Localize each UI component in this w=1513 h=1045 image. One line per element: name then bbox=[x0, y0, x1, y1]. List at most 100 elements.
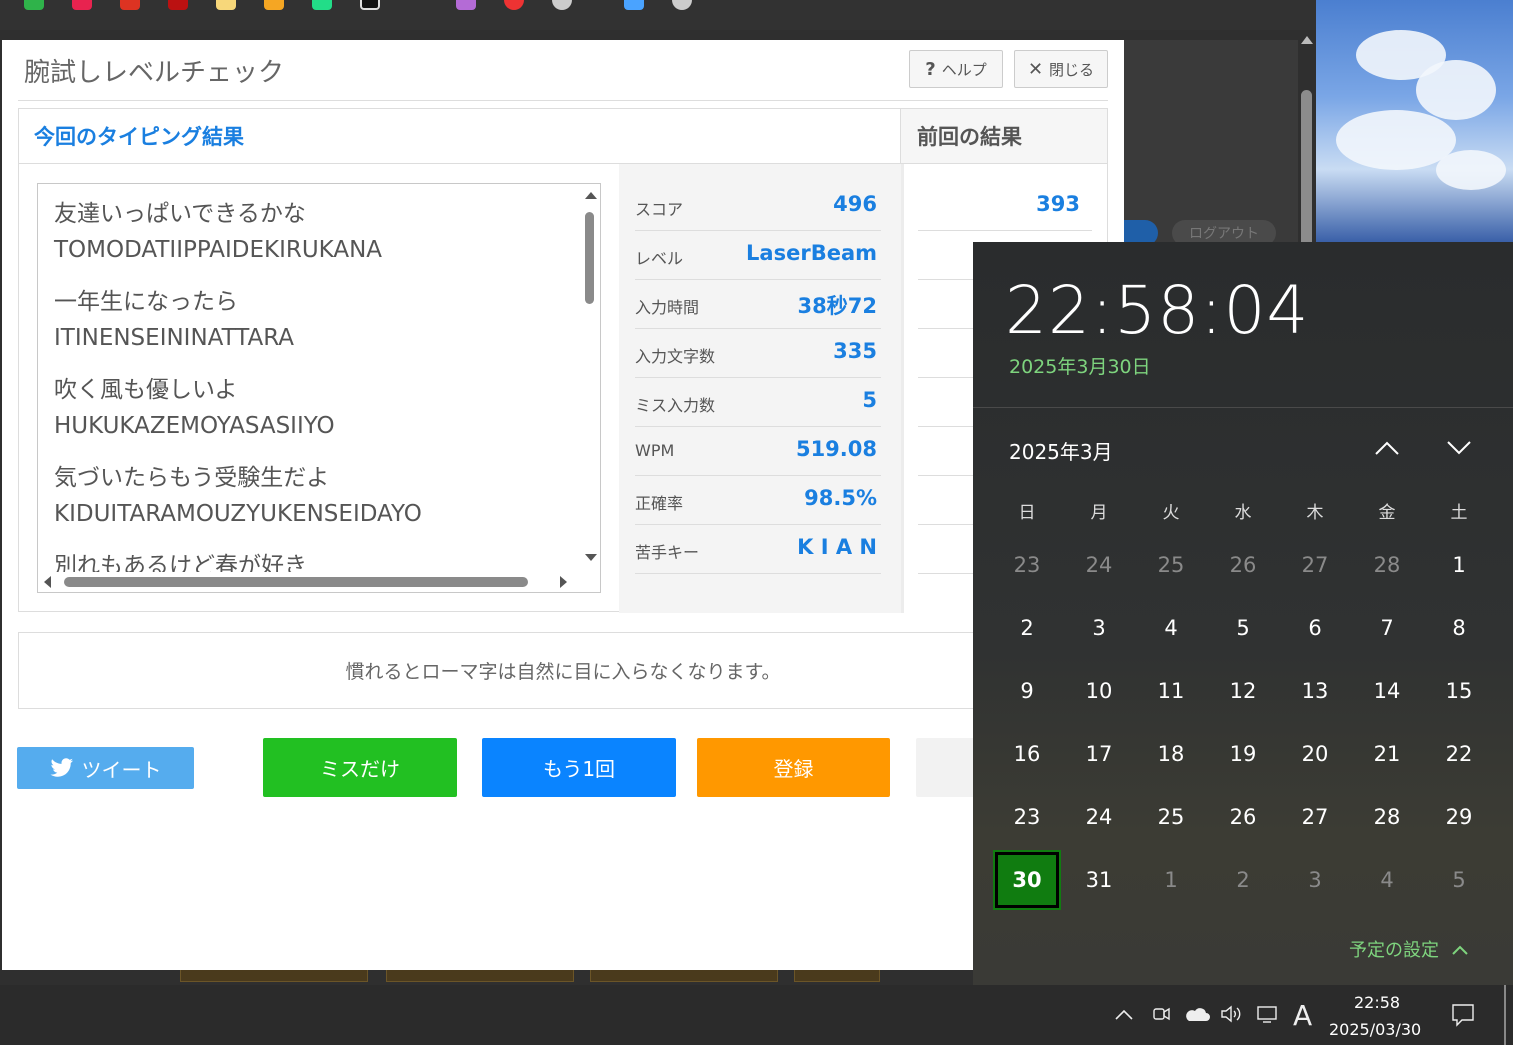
calendar-day[interactable]: 9 bbox=[995, 663, 1059, 719]
tweet-button[interactable]: ツイート bbox=[17, 747, 194, 789]
calendar-day[interactable]: 29 bbox=[1427, 789, 1491, 845]
bookmark-icon[interactable] bbox=[360, 0, 380, 10]
bookmark-icon[interactable] bbox=[72, 0, 92, 10]
calendar-month[interactable]: 2025年3月 bbox=[1009, 436, 1113, 465]
calendar-day[interactable]: 11 bbox=[1139, 663, 1203, 719]
calendar-day[interactable]: 4 bbox=[1139, 600, 1203, 656]
retry-button[interactable]: もう1回 bbox=[482, 738, 676, 797]
show-desktop-button[interactable] bbox=[1504, 985, 1506, 1045]
bookmark-icon[interactable] bbox=[312, 0, 332, 10]
scroll-right-arrow-icon[interactable] bbox=[560, 576, 567, 588]
bookmark-icon[interactable] bbox=[456, 0, 476, 10]
ime-mode-indicator[interactable]: A bbox=[1293, 999, 1312, 1032]
current-results-title: 今回のタイピング結果 bbox=[34, 125, 244, 149]
calendar-day[interactable]: 19 bbox=[1211, 726, 1275, 782]
calendar-day[interactable]: 25 bbox=[1139, 537, 1203, 593]
bookmark-icon[interactable] bbox=[168, 0, 188, 10]
calendar-day[interactable]: 3 bbox=[1067, 600, 1131, 656]
calendar-day[interactable]: 5 bbox=[1427, 852, 1491, 908]
scrollbar-thumb[interactable] bbox=[64, 577, 528, 587]
calendar-day[interactable]: 8 bbox=[1427, 600, 1491, 656]
calendar-day[interactable]: 28 bbox=[1355, 789, 1419, 845]
calendar-day[interactable]: 10 bbox=[1067, 663, 1131, 719]
taskbar-clock-date[interactable]: 2025/03/30 bbox=[1329, 1020, 1421, 1039]
calendar-day[interactable]: 1 bbox=[1427, 537, 1491, 593]
bookmark-icon[interactable] bbox=[24, 0, 44, 10]
meet-now-icon[interactable] bbox=[1150, 1003, 1172, 1025]
scroll-up-arrow-icon[interactable] bbox=[585, 192, 597, 199]
calendar-day[interactable]: 5 bbox=[1211, 600, 1275, 656]
extra-button[interactable] bbox=[916, 738, 976, 797]
dialog-title: 腕試しレベルチェック bbox=[24, 58, 285, 88]
onedrive-cloud-icon[interactable] bbox=[1182, 1005, 1210, 1023]
calendar-day[interactable]: 27 bbox=[1283, 537, 1347, 593]
calendar-day[interactable]: 2 bbox=[995, 600, 1059, 656]
typed-lyrics-box[interactable]: 友達いっぱいできるかな TOMODATIIPPAIDEKIRUKANA 一年生にな… bbox=[37, 183, 601, 593]
calendar-day[interactable]: 31 bbox=[1067, 852, 1131, 908]
calendar-day[interactable]: 7 bbox=[1355, 600, 1419, 656]
calendar-day[interactable]: 3 bbox=[1283, 852, 1347, 908]
calendar-day[interactable]: 15 bbox=[1427, 663, 1491, 719]
miss-only-button[interactable]: ミスだけ bbox=[263, 738, 457, 797]
calendar-day[interactable]: 12 bbox=[1211, 663, 1275, 719]
action-center-notification-icon[interactable] bbox=[1450, 1002, 1476, 1028]
calendar-day[interactable]: 24 bbox=[1067, 537, 1131, 593]
calendar-day[interactable]: 26 bbox=[1211, 537, 1275, 593]
calendar-day[interactable]: 21 bbox=[1355, 726, 1419, 782]
calendar-day[interactable]: 14 bbox=[1355, 663, 1419, 719]
calendar-day[interactable]: 6 bbox=[1283, 600, 1347, 656]
calendar-day[interactable]: 18 bbox=[1139, 726, 1203, 782]
title-divider bbox=[18, 100, 1108, 101]
clock-date[interactable]: 2025年3月30日 bbox=[1009, 352, 1151, 379]
level-check-dialog: 腕試しレベルチェック ? ヘルプ ✕ 閉じる 今回のタイピング結果 前回の結果 … bbox=[2, 40, 1124, 970]
calendar-day[interactable]: 13 bbox=[1283, 663, 1347, 719]
weekday-label: 月 bbox=[1090, 503, 1108, 523]
lyrics-horizontal-scrollbar[interactable] bbox=[38, 572, 582, 592]
calendar-day[interactable]: 1 bbox=[1139, 852, 1203, 908]
volume-icon[interactable] bbox=[1220, 1004, 1244, 1024]
scroll-up-arrow-icon[interactable] bbox=[1301, 36, 1313, 44]
calendar-day[interactable]: 25 bbox=[1139, 789, 1203, 845]
close-icon: ✕ bbox=[1027, 58, 1044, 80]
lyric-item: 一年生になったら ITINENSEININATTARA bbox=[54, 289, 295, 351]
calendar-day[interactable]: 4 bbox=[1355, 852, 1419, 908]
calendar-day[interactable]: 16 bbox=[995, 726, 1059, 782]
scroll-down-arrow-icon[interactable] bbox=[585, 554, 597, 561]
bookmark-icon[interactable] bbox=[672, 0, 692, 10]
help-button[interactable]: ? ヘルプ bbox=[909, 50, 1003, 88]
question-icon: ? bbox=[925, 58, 936, 80]
bookmark-icon[interactable] bbox=[120, 0, 140, 10]
calendar-day[interactable]: 20 bbox=[1283, 726, 1347, 782]
bookmark-icon[interactable] bbox=[216, 0, 236, 10]
chevron-up-icon[interactable] bbox=[1373, 438, 1401, 458]
calendar-day-today[interactable]: 30 bbox=[993, 850, 1061, 910]
weekday-label: 土 bbox=[1450, 503, 1468, 523]
close-button[interactable]: ✕ 閉じる bbox=[1014, 50, 1108, 88]
calendar-day[interactable]: 17 bbox=[1067, 726, 1131, 782]
calendar-day[interactable]: 26 bbox=[1211, 789, 1275, 845]
close-label: 閉じる bbox=[1049, 60, 1095, 79]
calendar-day[interactable]: 2 bbox=[1211, 852, 1275, 908]
taskbar-clock-time[interactable]: 22:58 bbox=[1354, 993, 1400, 1012]
bookmark-icon[interactable] bbox=[624, 0, 644, 10]
results-panel: 今回のタイピング結果 前回の結果 友達いっぱいできるかな TOMODATIIPPA… bbox=[18, 108, 1108, 613]
calendar-day[interactable]: 23 bbox=[995, 789, 1059, 845]
calendar-day[interactable]: 28 bbox=[1355, 537, 1419, 593]
schedule-toggle[interactable]: 予定の設定 bbox=[1349, 936, 1469, 962]
bookmark-icon[interactable] bbox=[264, 0, 284, 10]
lyrics-vertical-scrollbar[interactable] bbox=[580, 184, 600, 574]
bookmark-icon[interactable] bbox=[504, 0, 524, 10]
stat-score: スコア 496 bbox=[635, 182, 881, 231]
bookmark-icon[interactable] bbox=[552, 0, 572, 10]
calendar-day[interactable]: 24 bbox=[1067, 789, 1131, 845]
register-button[interactable]: 登録 bbox=[697, 738, 890, 797]
scrollbar-thumb[interactable] bbox=[585, 212, 594, 304]
scroll-left-arrow-icon[interactable] bbox=[44, 576, 51, 588]
show-hidden-icons-chevron-icon[interactable] bbox=[1114, 1007, 1134, 1021]
calendar-day[interactable]: 27 bbox=[1283, 789, 1347, 845]
chevron-down-icon[interactable] bbox=[1445, 438, 1473, 458]
calendar-day[interactable]: 23 bbox=[995, 537, 1059, 593]
network-icon[interactable] bbox=[1255, 1004, 1281, 1024]
calendar-day[interactable]: 22 bbox=[1427, 726, 1491, 782]
calendar-flyout: 22:58:04 2025年3月30日 2025年3月 日 月 火 水 木 金 … bbox=[973, 242, 1513, 985]
